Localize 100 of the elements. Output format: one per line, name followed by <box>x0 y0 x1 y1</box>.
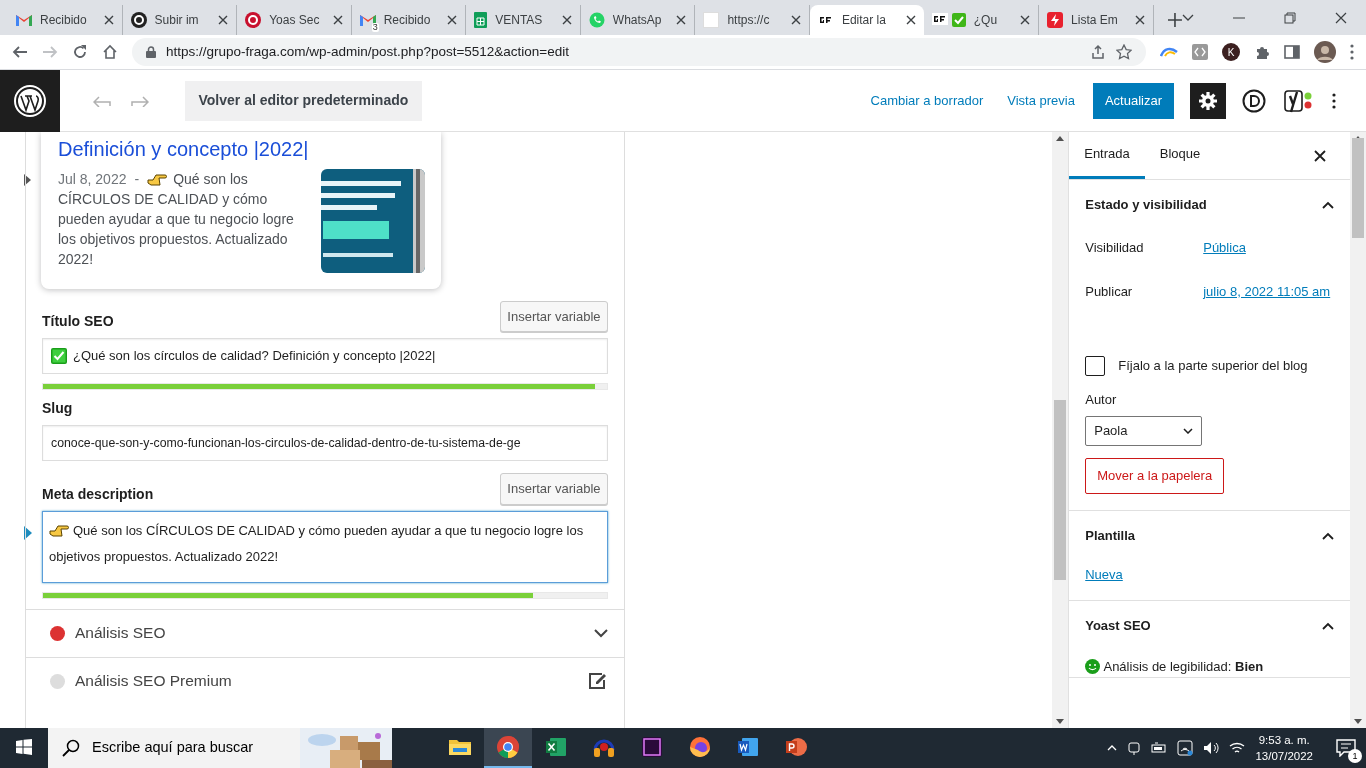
field-label: Meta description <box>42 484 154 504</box>
meta-description-field[interactable]: Qué son los CÍRCULOS DE CALIDAD y cómo pueden ayudar a que tu negocio logre los objetivos propuestos. Actualizado 2022! <box>42 510 608 583</box>
author-select[interactable]: Paola <box>1085 415 1203 446</box>
scroll-down-icon[interactable] <box>1056 719 1065 724</box>
section-title[interactable]: Yoast SEO <box>1085 616 1151 636</box>
side-panel-icon[interactable] <box>1284 45 1300 59</box>
scrollbar-thumb[interactable] <box>1054 400 1067 580</box>
notification-icon[interactable] <box>1336 739 1356 757</box>
document-icon <box>736 735 760 759</box>
section-title[interactable]: Plantilla <box>1085 525 1136 546</box>
browser-tab[interactable]: VENTAS <box>466 5 581 35</box>
wifi-icon[interactable] <box>1229 741 1246 755</box>
close-icon[interactable] <box>447 15 458 25</box>
battery-icon[interactable] <box>1151 742 1168 754</box>
address-bar[interactable]: https://grupo-fraga.com/wp-admin/post.php?post=5512&action=edit <box>132 38 1146 66</box>
chevron-icon[interactable] <box>1322 531 1334 540</box>
close-icon[interactable] <box>1314 150 1326 162</box>
preview-link[interactable]: Vista previa <box>1007 90 1075 111</box>
scroll-up-icon[interactable] <box>1056 136 1065 141</box>
network-icon[interactable] <box>1177 740 1194 756</box>
checkbox[interactable] <box>1085 356 1106 376</box>
close-icon[interactable] <box>676 15 687 25</box>
chevron-icon[interactable] <box>1322 201 1334 209</box>
back-to-default-editor-button[interactable]: Volver al editor predeterminado <box>184 80 423 121</box>
close-icon[interactable] <box>103 15 114 25</box>
close-icon[interactable] <box>1334 11 1347 24</box>
browser-tab[interactable]: Recibido <box>8 5 123 35</box>
browser-tab[interactable]: Yoas Sec <box>237 5 352 35</box>
profile-avatar[interactable]: K <box>1222 43 1240 61</box>
analysis-row[interactable]: Análisis SEO <box>26 608 624 657</box>
reload-icon[interactable] <box>72 44 88 60</box>
browser-tab[interactable]: 3 Recibido <box>351 5 467 35</box>
template-link[interactable]: Nueva <box>1085 564 1123 584</box>
presentation-icon <box>784 735 808 759</box>
sidebar-tab[interactable]: Entrada <box>1069 132 1145 179</box>
browser-tab[interactable]: ¿Qu <box>924 5 1040 35</box>
spreadsheet-icon <box>474 12 488 28</box>
back-icon[interactable] <box>12 44 28 60</box>
circle-logo-icon <box>245 12 262 28</box>
close-icon[interactable] <box>332 15 343 25</box>
notification-count: 1 <box>1348 749 1362 763</box>
profile-avatar[interactable] <box>1314 41 1336 63</box>
browser-tab[interactable]: Lista Em <box>1039 5 1154 35</box>
sidebar-tab[interactable]: Bloque <box>1144 132 1216 179</box>
yoast-icon[interactable] <box>1284 87 1312 114</box>
chevron-icon[interactable] <box>1322 622 1334 630</box>
insert-variable-button[interactable]: Insertar variable <box>500 300 608 332</box>
new-tab-icon[interactable] <box>1167 13 1182 27</box>
divi-icon[interactable] <box>1242 88 1266 113</box>
field-label: Slug <box>42 399 73 418</box>
taskbar-search-field[interactable]: Escribe aquí para buscar <box>48 728 392 768</box>
taskbar-app[interactable] <box>484 728 532 768</box>
browser-tab[interactable]: Subir im <box>122 5 238 35</box>
close-icon[interactable] <box>1020 15 1031 25</box>
caret-icon[interactable] <box>1181 13 1194 22</box>
scrollbar-thumb[interactable] <box>1352 138 1364 238</box>
browser-tab[interactable]: WhatsAp <box>580 5 696 35</box>
wordpress-logo[interactable] <box>0 69 60 132</box>
move-to-trash-button[interactable]: Mover a la papelera <box>1085 457 1225 494</box>
browser-tab[interactable]: https://c <box>695 5 810 35</box>
puzzle-icon[interactable] <box>1254 44 1270 60</box>
close-icon[interactable] <box>218 15 229 25</box>
browser-icon <box>688 735 712 759</box>
close-icon[interactable] <box>906 15 917 25</box>
windows-start-icon[interactable] <box>16 739 32 755</box>
clock[interactable]: 9:53 a. m. 13/07/2022 <box>1255 732 1313 764</box>
seo-title-field[interactable]: ¿Qué son los círculos de calidad? Definición y concepto |2022| <box>42 338 608 374</box>
slug-field[interactable]: conoce-que-son-y-como-funcionan-los-circulos-de-calidad-dentro-de-tu-sistema-de-ge <box>42 425 608 461</box>
close-icon[interactable] <box>561 15 572 25</box>
checkmark-icon <box>51 348 67 364</box>
close-icon[interactable] <box>790 15 801 25</box>
field-value-link[interactable]: Pública <box>1203 238 1246 274</box>
site-logo-icon <box>932 13 949 25</box>
volume-icon[interactable] <box>1203 741 1220 755</box>
switch-to-draft-link[interactable]: Cambiar a borrador <box>870 90 984 111</box>
star-icon[interactable] <box>1116 44 1132 60</box>
scroll-down-icon[interactable] <box>1354 719 1362 724</box>
extension-icon[interactable] <box>1160 47 1178 57</box>
settings-icon <box>1199 91 1217 110</box>
field-value-link[interactable]: julio 8, 2022 11:05 am <box>1203 282 1331 318</box>
settings-button[interactable] <box>1190 82 1226 119</box>
camera-icon[interactable] <box>1127 741 1142 755</box>
snippet-title[interactable]: Definición y concepto |2022| <box>58 136 425 162</box>
code-icon[interactable] <box>1192 44 1208 60</box>
update-button[interactable]: Actualizar <box>1092 82 1174 119</box>
home-icon[interactable] <box>102 44 118 60</box>
section-title[interactable]: Estado y visibilidad <box>1085 195 1207 215</box>
more-icon[interactable] <box>1350 44 1354 60</box>
circle-logo-icon <box>130 12 147 28</box>
checkbox-label: Fíjalo a la parte superior del blog <box>1118 357 1308 376</box>
restore-icon[interactable] <box>1283 11 1296 24</box>
field-label: Autor <box>1085 391 1117 409</box>
browser-tab[interactable]: Editar la <box>809 5 925 35</box>
more-icon[interactable] <box>1332 92 1336 109</box>
share-icon[interactable] <box>1090 44 1106 60</box>
close-icon[interactable] <box>1134 15 1145 25</box>
analysis-row[interactable]: Análisis SEO Premium <box>26 656 624 705</box>
video-editor-icon <box>640 735 664 759</box>
edit-icon <box>587 672 608 690</box>
insert-variable-button[interactable]: Insertar variable <box>500 473 608 505</box>
